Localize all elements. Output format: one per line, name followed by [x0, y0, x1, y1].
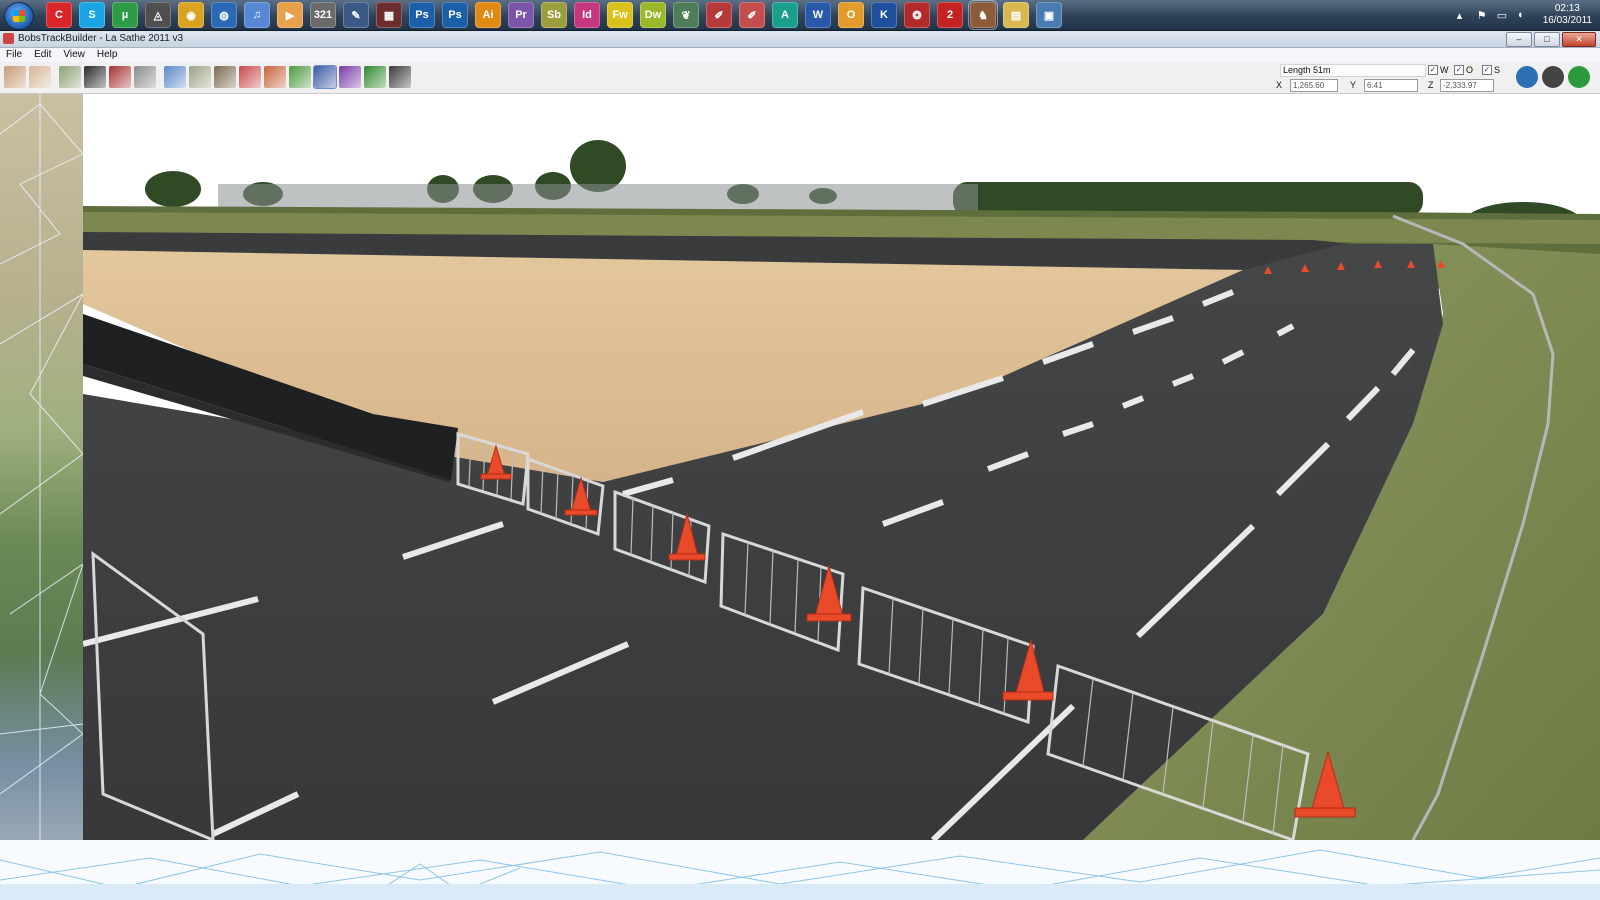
checkbox-o[interactable]: ✓ O	[1454, 65, 1473, 75]
road-tool-icon[interactable]	[189, 66, 211, 88]
checkbox-o-box: ✓	[1454, 65, 1464, 75]
checkbox-w[interactable]: ✓ W	[1428, 65, 1449, 75]
show-hidden-icons-icon[interactable]: ▴	[1457, 9, 1469, 22]
y-label: Y	[1350, 80, 1357, 90]
maximize-button[interactable]: □	[1534, 32, 1560, 47]
tool-icons	[4, 65, 411, 89]
minimize-button[interactable]: –	[1506, 32, 1532, 47]
photoshop-1-icon[interactable]: Ps	[409, 2, 435, 28]
skype-icon[interactable]: S	[79, 2, 105, 28]
bottom-overview-strip[interactable]	[0, 840, 1600, 900]
helicopter-tool-icon[interactable]	[1516, 66, 1538, 88]
brick-tool-icon[interactable]	[264, 66, 286, 88]
flag-tool-icon[interactable]	[364, 66, 386, 88]
track-scene	[83, 94, 1600, 840]
indesign-icon[interactable]: Id	[574, 2, 600, 28]
soundbooth-icon[interactable]: Sb	[541, 2, 567, 28]
clock-time: 02:13	[1554, 3, 1580, 14]
x-coordinate-field[interactable]: 1,265.60	[1290, 79, 1338, 92]
utorrent-icon[interactable]: µ	[112, 2, 138, 28]
checkbox-s[interactable]: ✓ S	[1482, 65, 1500, 75]
z-coordinate-field[interactable]: -2,333.97	[1440, 79, 1494, 92]
checkbox-s-label: S	[1494, 65, 1501, 75]
y-coordinate-field[interactable]: 6.41	[1364, 79, 1418, 92]
checkbox-w-label: W	[1440, 65, 1449, 75]
illustrator-icon[interactable]: Ai	[475, 2, 501, 28]
action-center-flag-icon[interactable]: ⚑	[1477, 9, 1489, 22]
menu-help[interactable]: Help	[91, 48, 124, 60]
checkbox-o-label: O	[1466, 65, 1474, 75]
minimap-wireframe	[0, 94, 83, 840]
paint-tool-icon[interactable]	[339, 66, 361, 88]
explorer-icon[interactable]: ▤	[1003, 2, 1029, 28]
red-app-icon[interactable]: ❂	[904, 2, 930, 28]
window-controls: – □ ✕	[1506, 32, 1596, 47]
track-builder-icon[interactable]: ♞	[968, 0, 998, 30]
system-tray: ▴ ⚑ ▭ ◖ 02:13 16/03/2011	[1457, 0, 1600, 30]
spline-tool-icon[interactable]	[164, 66, 186, 88]
3d-viewport[interactable]	[83, 94, 1600, 840]
start-button[interactable]	[4, 2, 34, 30]
pencil-app-2-icon[interactable]: ✐	[739, 2, 765, 28]
windows-logo-icon	[13, 10, 25, 22]
google-earth-icon[interactable]: ◍	[211, 2, 237, 28]
photoshop-2-icon[interactable]: Ps	[442, 2, 468, 28]
length-readout: Length 51m	[1280, 64, 1426, 77]
display-app-icon[interactable]: ▣	[1036, 2, 1062, 28]
dreamweaver-icon[interactable]: Dw	[640, 2, 666, 28]
pinned-apps: C Sµ ◬ ◉ ◍ ♫ ▶ 321 ✎ ▦ Ps Ps Ai Pr Sb Id Fw Dw ❦ ✐ ✐ A W O K ❂ 2 ♞ ▤…	[46, 0, 1062, 30]
pole-tool-icon[interactable]	[134, 66, 156, 88]
node-tool-2-icon[interactable]	[29, 66, 51, 88]
film-app-icon[interactable]: ▦	[376, 2, 402, 28]
steering-wheel-tool-icon[interactable]	[1542, 66, 1564, 88]
word-icon[interactable]: W	[805, 2, 831, 28]
taskbar: C Sµ ◬ ◉ ◍ ♫ ▶ 321 ✎ ▦ Ps Ps Ai Pr Sb Id Fw Dw ❦ ✐ ✐ A W O K ❂ 2 ♞ ▤…	[0, 0, 1600, 31]
battery-icon[interactable]: ▭	[1497, 9, 1509, 22]
wall-tool-icon[interactable]	[109, 66, 131, 88]
light-tool-icon[interactable]	[84, 66, 106, 88]
terrain-tool-icon[interactable]	[59, 66, 81, 88]
camera-tool-icon[interactable]	[389, 66, 411, 88]
app-a-icon[interactable]: A	[772, 2, 798, 28]
texture-tool-icon[interactable]	[214, 66, 236, 88]
mountain-tool-icon[interactable]	[289, 66, 311, 88]
eraser-tool-icon[interactable]	[239, 66, 261, 88]
menu-file[interactable]: File	[0, 48, 28, 60]
window-title: BobsTrackBuilder - La Sathe 2011 v3	[18, 33, 184, 44]
calendar-icon[interactable]: 321	[310, 2, 336, 28]
menu-view[interactable]: View	[57, 48, 91, 60]
view-mode-tools	[1516, 66, 1590, 88]
editor-icon[interactable]: ✎	[343, 2, 369, 28]
menubar: File Edit View Help	[0, 48, 1600, 62]
fireworks-icon[interactable]: Fw	[607, 2, 633, 28]
premiere-icon[interactable]: Pr	[508, 2, 534, 28]
clock[interactable]: 02:13 16/03/2011	[1543, 3, 1592, 27]
app-2-icon[interactable]: 2	[937, 2, 963, 28]
itunes-icon[interactable]: ♫	[244, 2, 270, 28]
app-icon[interactable]	[3, 33, 14, 44]
toolbar: Length 51m X 1,265.60 Y 6.41 Z -2,333.97…	[0, 62, 1600, 94]
z-label: Z	[1428, 80, 1434, 90]
walk-tool-icon[interactable]	[1568, 66, 1590, 88]
media-player-icon[interactable]: ▶	[277, 2, 303, 28]
close-button[interactable]: ✕	[1562, 32, 1596, 47]
unity-icon[interactable]: ◬	[145, 2, 171, 28]
checkbox-w-box: ✓	[1428, 65, 1438, 75]
pencil-app-1-icon[interactable]: ✐	[706, 2, 732, 28]
outlook-icon[interactable]: O	[838, 2, 864, 28]
window-titlebar: BobsTrackBuilder - La Sathe 2011 v3 – □ …	[0, 31, 1600, 48]
x-label: X	[1276, 80, 1283, 90]
checkbox-s-box: ✓	[1482, 65, 1492, 75]
butterfly-app-icon[interactable]: ❦	[673, 2, 699, 28]
app-k-icon[interactable]: K	[871, 2, 897, 28]
node-tool-1-icon[interactable]	[4, 66, 26, 88]
aerial-minimap[interactable]	[0, 94, 83, 840]
overview-wireframe	[0, 840, 1600, 900]
chrome-icon[interactable]: ◉	[178, 2, 204, 28]
clock-date: 16/03/2011	[1542, 15, 1592, 26]
objects-tool-icon[interactable]	[313, 65, 337, 89]
menu-edit[interactable]: Edit	[28, 48, 57, 60]
ccleaner-icon[interactable]: C	[46, 2, 72, 28]
volume-icon[interactable]: ◖	[1517, 9, 1529, 21]
